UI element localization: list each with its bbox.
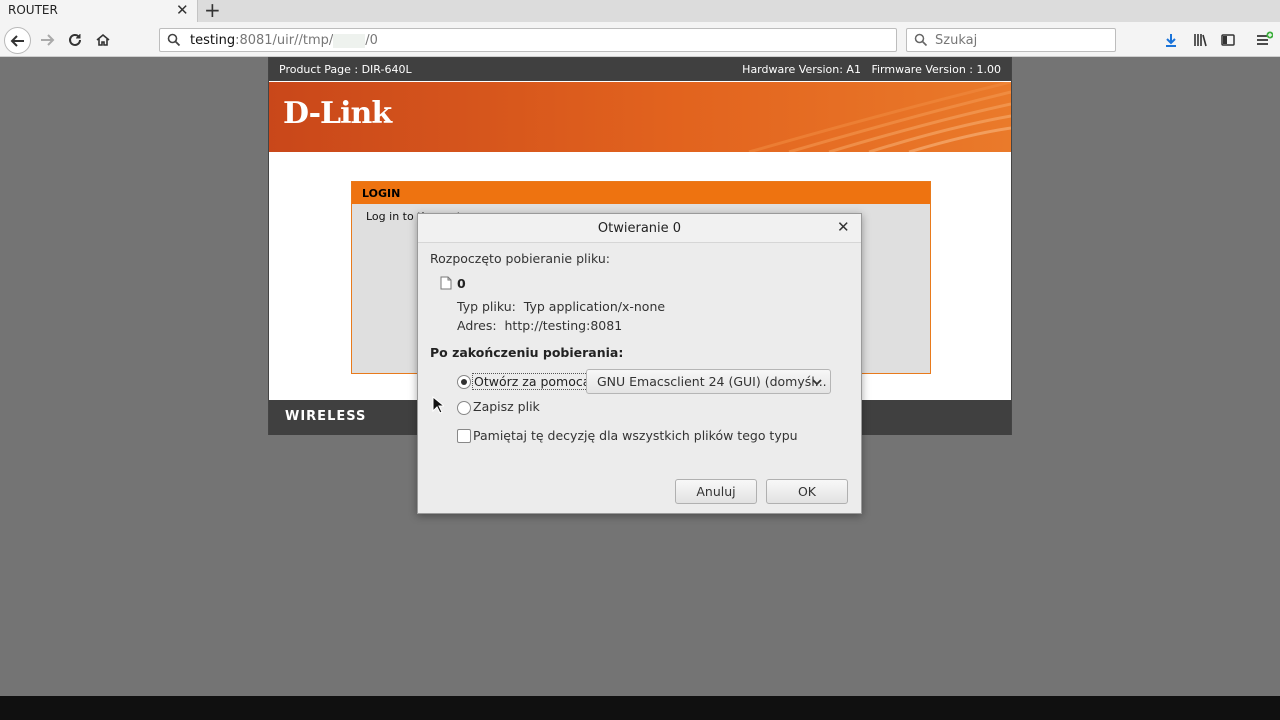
download-arrow-icon (1166, 34, 1176, 47)
library-icon (1194, 34, 1207, 47)
back-button[interactable] (4, 27, 31, 54)
download-dialog: Otwieranie 0 ✕ Rozpoczęto pobieranie pli… (417, 213, 862, 514)
download-started-label: Rozpoczęto pobieranie pliku: (430, 251, 610, 266)
login-title: LOGIN (352, 182, 930, 204)
url-host: testing (190, 33, 236, 48)
remember-decision-checkbox[interactable] (457, 429, 471, 443)
new-tab-icon[interactable]: + (204, 0, 221, 21)
downloads-button[interactable] (1158, 27, 1184, 53)
application-select-value: GNU Emacsclient 24 (GUI) (domyśl... (597, 374, 827, 389)
cancel-button[interactable]: Anuluj (675, 479, 757, 504)
menu-button[interactable] (1251, 27, 1277, 53)
url-redacted (333, 33, 366, 48)
forward-button[interactable] (34, 27, 60, 53)
url-end: /0 (365, 33, 378, 48)
tab-bar: ROUTER ✕ + (0, 0, 1280, 22)
home-icon (96, 33, 110, 46)
tab-title: ROUTER (8, 3, 58, 17)
sidebar-icon (1221, 34, 1235, 46)
dialog-title: Otwieranie 0 (597, 221, 682, 236)
router-topbar: Product Page : DIR-640L Hardware Version… (269, 58, 1011, 81)
tab-router[interactable]: ROUTER ✕ (0, 0, 198, 22)
address-bar[interactable]: testing:8081/uir//tmp/ /0 (159, 28, 897, 52)
arrow-right-icon (41, 34, 55, 46)
url-text: testing:8081/uir//tmp/ /0 (190, 33, 378, 48)
search-icon (167, 33, 181, 47)
mouse-cursor-icon (432, 396, 444, 414)
version-info: Hardware Version: A1 Firmware Version : … (742, 63, 1001, 76)
remember-decision-label[interactable]: Pamiętaj tę decyzję dla wszystkich plikó… (473, 428, 798, 443)
file-type: Typ pliku: Typ application/x-none (457, 299, 666, 314)
search-bar[interactable]: Szukaj (906, 28, 1116, 52)
search-icon (914, 33, 928, 47)
home-button[interactable] (90, 27, 116, 53)
product-page-label: Product Page : DIR-640L (279, 63, 412, 76)
sidebar-button[interactable] (1215, 27, 1241, 53)
after-download-label: Po zakończeniu pobierania: (430, 345, 624, 360)
reload-button[interactable] (62, 27, 88, 53)
search-input[interactable]: Szukaj (935, 33, 977, 48)
wireless-label: WIRELESS (285, 409, 367, 424)
file-icon (440, 276, 452, 290)
dialog-titlebar: Otwieranie 0 ✕ (418, 214, 861, 243)
navigation-toolbar: testing:8081/uir//tmp/ /0 Szukaj (0, 22, 1280, 57)
library-button[interactable] (1187, 27, 1213, 53)
arrow-left-icon (10, 34, 24, 47)
open-with-label[interactable]: Otwórz za pomocą (472, 373, 593, 390)
ok-button[interactable]: OK (766, 479, 848, 504)
file-name: 0 (457, 276, 466, 291)
chevron-down-icon (812, 379, 822, 386)
save-file-label[interactable]: Zapisz plik (473, 399, 540, 414)
save-file-radio[interactable] (457, 401, 471, 415)
url-path: :8081/uir//tmp/ (235, 33, 334, 48)
close-icon[interactable]: ✕ (837, 218, 850, 236)
open-with-radio[interactable] (457, 375, 471, 389)
router-banner: D-Link (269, 82, 1011, 152)
close-tab-icon[interactable]: ✕ (176, 1, 189, 19)
hamburger-menu-icon (1257, 31, 1273, 45)
dlink-logo: D-Link (283, 96, 392, 131)
reload-icon (69, 33, 81, 46)
file-address: Adres: http://testing:8081 (457, 318, 623, 333)
application-select[interactable]: GNU Emacsclient 24 (GUI) (domyśl... (586, 369, 831, 394)
bottom-bar (0, 696, 1280, 720)
